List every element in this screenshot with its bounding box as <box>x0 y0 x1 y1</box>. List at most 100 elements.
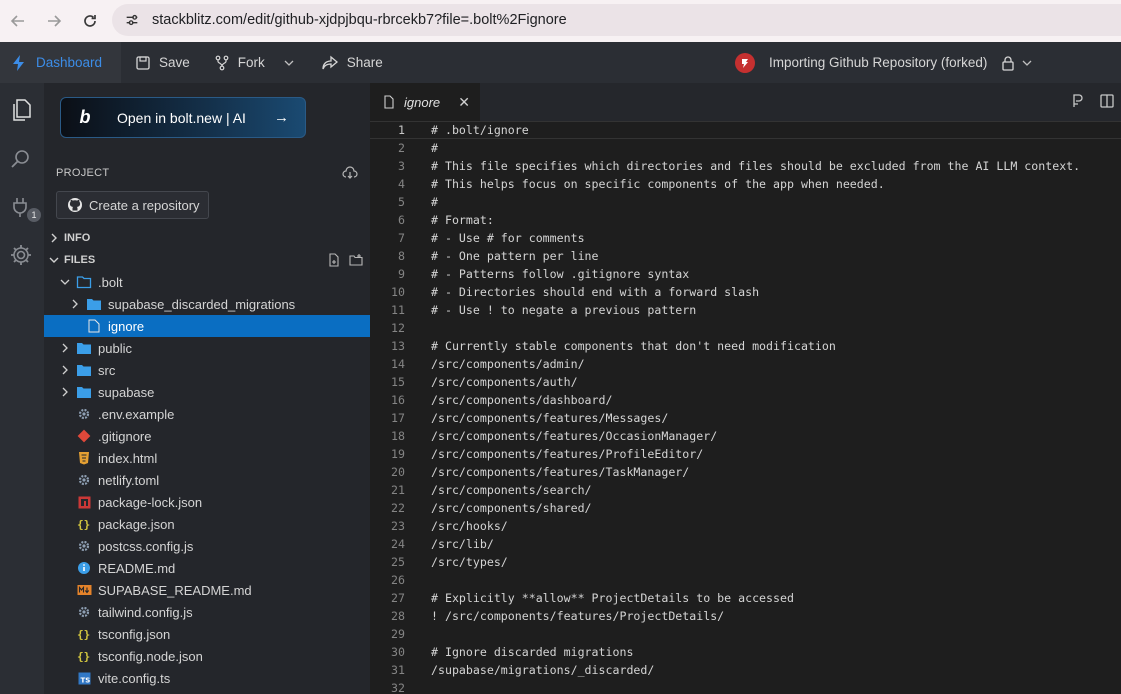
tree-file[interactable]: {} package.json <box>44 513 370 535</box>
tree-file[interactable]: package-lock.json <box>44 491 370 513</box>
line-number: 20 <box>391 465 405 479</box>
save-button[interactable]: Save <box>121 42 202 83</box>
folder-open-icon <box>76 274 92 290</box>
tree-file[interactable]: ignore <box>44 315 370 337</box>
back-button[interactable] <box>0 3 36 39</box>
tree-folder[interactable]: supabase_discarded_migrations <box>44 293 370 315</box>
github-import-icon <box>735 52 755 73</box>
code-text: /src/hooks/ <box>431 519 508 533</box>
code-line: 5 # <box>370 193 1121 211</box>
tree-item-label: ignore <box>108 318 145 334</box>
chevron-right-icon <box>58 341 72 355</box>
code-text: # Currently stable components that don't… <box>431 339 836 353</box>
fork-button[interactable]: Fork <box>202 42 277 83</box>
tree-file[interactable]: .gitignore <box>44 425 370 447</box>
search-icon[interactable] <box>7 145 35 173</box>
code-text: # Format: <box>431 213 494 227</box>
tree-file[interactable]: postcss.config.js <box>44 535 370 557</box>
bolt-button-label: Open in bolt.new | AI <box>117 109 246 126</box>
chevron-down-icon <box>58 275 72 289</box>
files-section-label: FILES <box>64 254 96 266</box>
chevron-right-icon <box>58 385 72 399</box>
svg-text:{}: {} <box>77 650 90 663</box>
tree-item-label: netlify.toml <box>98 472 160 488</box>
tree-item-label: supabase <box>98 384 155 400</box>
project-section-label: PROJECT <box>56 167 110 179</box>
tree-file[interactable]: netlify.toml <box>44 469 370 491</box>
tree-file[interactable]: index.html <box>44 447 370 469</box>
code-text: /src/types/ <box>431 555 508 569</box>
file-icon <box>384 95 394 109</box>
line-number: 30 <box>391 645 405 659</box>
create-repository-button[interactable]: Create a repository <box>56 191 209 219</box>
code-line: 27 # Explicitly **allow** ProjectDetails … <box>370 589 1121 607</box>
dashboard-label: Dashboard <box>36 55 103 70</box>
fork-options-button[interactable] <box>277 42 309 83</box>
code-text: # <box>431 141 438 155</box>
code-line: 24/src/lib/ <box>370 535 1121 553</box>
folder-icon <box>76 340 92 356</box>
tree-folder[interactable]: .bolt <box>44 271 370 293</box>
tree-file[interactable]: {} tsconfig.node.json <box>44 645 370 667</box>
folder-icon <box>76 384 92 400</box>
files-section-header[interactable]: FILES <box>44 249 370 271</box>
tree-file[interactable]: tailwind.config.js <box>44 601 370 623</box>
site-info-icon[interactable] <box>118 6 146 34</box>
tree-file[interactable]: SUPABASE_README.md <box>44 579 370 601</box>
line-number: 21 <box>391 483 405 497</box>
tree-item-label: index.html <box>98 450 158 466</box>
chevron-down-icon <box>284 60 294 66</box>
tree-item-label: package-lock.json <box>98 494 203 510</box>
tree-folder[interactable]: src <box>44 359 370 381</box>
code-line: 11 # - Use ! to negate a previous pattern <box>370 301 1121 319</box>
new-file-icon[interactable] <box>327 253 341 267</box>
reload-button[interactable] <box>72 3 108 39</box>
cloud-download-icon[interactable] <box>342 165 358 186</box>
split-editor-icon[interactable] <box>1099 93 1115 109</box>
tree-file[interactable]: TS vite.config.ts <box>44 667 370 689</box>
address-bar[interactable]: stackblitz.com/edit/github-xjdpjbqu-rbrc… <box>112 4 1121 36</box>
new-folder-icon[interactable] <box>349 253 364 267</box>
code-text: /src/components/admin/ <box>431 357 585 371</box>
share-button[interactable]: Share <box>309 42 395 83</box>
code-text: /src/components/search/ <box>431 483 592 497</box>
code-text: /supabase/migrations/_discarded/ <box>431 663 655 677</box>
tree-file[interactable]: {} tsconfig.json <box>44 623 370 645</box>
tree-item-label: supabase_discarded_migrations <box>108 296 296 312</box>
code-line: 26 <box>370 571 1121 589</box>
close-icon[interactable]: ✕ <box>458 94 470 111</box>
open-in-bolt-button[interactable]: b Open in bolt.new | AI → <box>60 97 306 138</box>
fork-label: Fork <box>237 55 265 70</box>
code-line: 12 <box>370 319 1121 337</box>
settings-gear-icon[interactable] <box>7 241 35 269</box>
arrow-right-icon: → <box>274 109 289 126</box>
html-icon <box>76 450 92 466</box>
json-icon: {} <box>76 516 92 532</box>
tree-folder[interactable]: supabase <box>44 381 370 403</box>
lock-icon <box>1002 55 1014 71</box>
code-text: # - Use # for comments <box>431 231 585 245</box>
tree-file[interactable]: README.md <box>44 557 370 579</box>
forward-button[interactable] <box>36 3 72 39</box>
code-line: 3 # This file specifies which directories… <box>370 157 1121 175</box>
url-text: stackblitz.com/edit/github-xjdpjbqu-rbrc… <box>152 12 567 28</box>
editor-tab-strip: ignore ✕ <box>370 83 1121 121</box>
code-text: /src/components/features/Messages/ <box>431 411 669 425</box>
tree-file[interactable]: .env.example <box>44 403 370 425</box>
code-line: 6 # Format: <box>370 211 1121 229</box>
plugin-badge: 1 <box>27 208 41 222</box>
editor-tab-ignore[interactable]: ignore ✕ <box>370 83 480 121</box>
tree-folder[interactable]: public <box>44 337 370 359</box>
save-label: Save <box>159 55 190 70</box>
code-editor[interactable]: 1 # .bolt/ignore 2 #3 # This file specifies … <box>370 121 1121 694</box>
dashboard-button[interactable]: Dashboard <box>0 42 121 83</box>
tree-item-label: src <box>98 362 116 378</box>
preview-icon[interactable] <box>1071 93 1085 109</box>
chevron-down-icon <box>44 255 64 265</box>
info-section-header[interactable]: INFO <box>44 227 370 249</box>
project-status[interactable]: Importing Github Repository (forked) <box>735 42 1033 83</box>
explorer-icon[interactable] <box>7 96 35 124</box>
